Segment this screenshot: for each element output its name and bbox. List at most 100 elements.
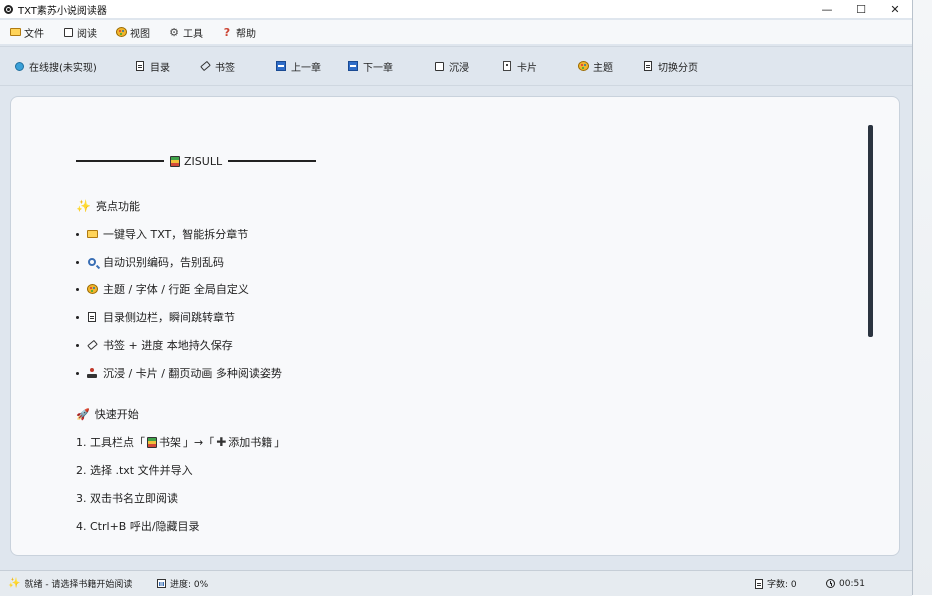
card-button[interactable]: 卡片 — [501, 47, 537, 85]
menu-read[interactable]: 阅读 — [53, 20, 106, 44]
quickstart-title: 🚀 快速开始 — [76, 406, 139, 422]
step-1-add: 添加书籍 — [228, 436, 273, 449]
sparkles-icon: ✨ — [76, 199, 91, 213]
immersive-label: 沉浸 — [449, 62, 469, 74]
switch-paging-label: 切换分页 — [658, 62, 698, 74]
step-2: 2. 选择 .txt 文件并导入 — [76, 462, 193, 478]
feature-text: 目录侧边栏，瞬间跳转章节 — [103, 311, 235, 324]
feature-item: 一键导入 TXT，智能拆分章节 — [76, 226, 248, 242]
toc-label: 目录 — [150, 62, 170, 74]
step-1-arrow: 」→「 — [183, 436, 215, 449]
square-icon — [433, 60, 445, 72]
step-1-end: 」 — [274, 436, 286, 449]
bullet — [76, 260, 79, 264]
folder-icon — [86, 228, 98, 240]
step-1-prefix: 1. 工具栏点「 — [76, 436, 145, 449]
square-icon — [62, 26, 74, 38]
chart-icon — [157, 579, 166, 588]
minimize-icon: — — [821, 2, 833, 16]
menu-file-label: 文件 — [24, 28, 44, 40]
menu-bar: 文件 阅读 视图 ⚙ 工具 ? 帮助 — [0, 20, 912, 44]
theme-button[interactable]: 主题 — [577, 47, 613, 85]
close-button[interactable]: ✕ — [878, 0, 912, 18]
step-2-text: 2. 选择 .txt 文件并导入 — [76, 464, 193, 477]
menu-tools[interactable]: ⚙ 工具 — [159, 20, 212, 44]
card-icon — [501, 60, 513, 72]
prev-chapter-icon — [275, 60, 287, 72]
tag-icon — [199, 60, 211, 72]
status-progress: 进度: 0% — [157, 571, 208, 596]
app-icon — [4, 4, 13, 14]
welcome-heading: ZISULL — [76, 154, 317, 168]
step-1-shelf: 书架 — [159, 436, 181, 449]
bullet — [76, 315, 79, 319]
feature-text: 主题 / 字体 / 行距 全局自定义 — [103, 283, 249, 296]
step-1: 1. 工具栏点「 书架 」→「 ✚ 添加书籍 」 — [76, 434, 285, 450]
plus-icon: ✚ — [216, 435, 227, 449]
maximize-button[interactable]: ☐ — [844, 0, 878, 18]
prev-chapter-button[interactable]: 上一章 — [275, 47, 321, 85]
maximize-icon: ☐ — [856, 2, 866, 16]
online-search-button[interactable]: 在线搜(未实现) — [13, 47, 97, 85]
palette-icon — [577, 60, 589, 72]
status-word-count: 字数: 0 — [755, 571, 797, 596]
card-label: 卡片 — [517, 62, 537, 74]
window-controls: — ☐ ✕ — [810, 0, 912, 18]
feature-item: 目录侧边栏，瞬间跳转章节 — [76, 309, 235, 325]
feature-item: 自动识别编码，告别乱码 — [76, 254, 224, 270]
scrollbar-thumb[interactable] — [868, 125, 873, 337]
toc-button[interactable]: 目录 — [134, 47, 170, 85]
clock-icon — [826, 579, 835, 588]
magnifier-icon — [86, 256, 98, 268]
step-3: 3. 双击书名立即阅读 — [76, 490, 178, 506]
bullet — [76, 232, 79, 236]
clipboard-icon — [86, 311, 98, 323]
features-title-text: 亮点功能 — [95, 200, 140, 213]
status-progress-text: 进度: 0% — [170, 580, 209, 590]
close-icon: ✕ — [890, 2, 900, 16]
theme-label: 主题 — [593, 62, 613, 74]
feature-item: 沉浸 / 卡片 / 翻页动画 多种阅读姿势 — [76, 365, 282, 381]
feature-item: 主题 / 字体 / 行距 全局自定义 — [76, 281, 249, 297]
menu-tools-label: 工具 — [183, 28, 203, 40]
bullet — [76, 287, 79, 291]
menu-view[interactable]: 视图 — [106, 20, 159, 44]
next-chapter-icon — [347, 60, 359, 72]
sparkles-icon: ✨ — [8, 578, 21, 589]
document-icon — [642, 60, 654, 72]
menu-file[interactable]: 文件 — [0, 20, 53, 44]
step-4: 4. Ctrl+B 呼出/隐藏目录 — [76, 518, 200, 534]
status-word-count-text: 字数: 0 — [767, 580, 797, 590]
menu-help-label: 帮助 — [236, 28, 256, 40]
status-bar: ✨ 就绪 - 请选择书籍开始阅读 进度: 0% 字数: 0 00:51 — [0, 570, 912, 596]
background-strip — [913, 0, 932, 595]
feature-item: 书签 + 进度 本地持久保存 — [76, 337, 233, 353]
feature-text: 一键导入 TXT，智能拆分章节 — [103, 228, 249, 241]
divider-left — [76, 160, 164, 162]
prev-chapter-label: 上一章 — [291, 62, 321, 74]
menu-read-label: 阅读 — [77, 28, 97, 40]
features-title: ✨ 亮点功能 — [76, 198, 140, 214]
tag-icon — [86, 339, 98, 351]
menu-view-label: 视图 — [130, 28, 150, 40]
minimize-button[interactable]: — — [810, 0, 844, 18]
toolbar: 在线搜(未实现) 目录 书签 上一章 下一章 沉浸 卡片 主题 切换分页 — [0, 46, 912, 86]
reading-pane[interactable]: ZISULL ✨ 亮点功能 一键导入 TXT，智能拆分章节 自动识别编码，告别乱… — [10, 96, 900, 556]
status-time-text: 00:51 — [839, 578, 865, 589]
next-chapter-button[interactable]: 下一章 — [347, 47, 393, 85]
joystick-icon — [86, 367, 98, 379]
books-icon — [147, 436, 157, 448]
menu-help[interactable]: ? 帮助 — [212, 20, 265, 44]
question-icon: ? — [223, 25, 231, 39]
bullet — [76, 371, 79, 375]
immersive-button[interactable]: 沉浸 — [433, 47, 469, 85]
bookmark-button[interactable]: 书签 — [199, 47, 235, 85]
feature-text: 书签 + 进度 本地持久保存 — [103, 339, 233, 352]
status-ready-text: 就绪 - 请选择书籍开始阅读 — [24, 580, 133, 590]
online-search-label: 在线搜(未实现) — [29, 62, 97, 74]
app-window: TXT素苏小说阅读器 — ☐ ✕ 文件 阅读 视图 ⚙ 工具 ? 帮助 在线搜(… — [0, 0, 913, 596]
switch-paging-button[interactable]: 切换分页 — [642, 47, 698, 85]
document-icon — [755, 578, 763, 589]
step-4-text: 4. Ctrl+B 呼出/隐藏目录 — [76, 520, 200, 533]
bullet — [76, 343, 79, 347]
